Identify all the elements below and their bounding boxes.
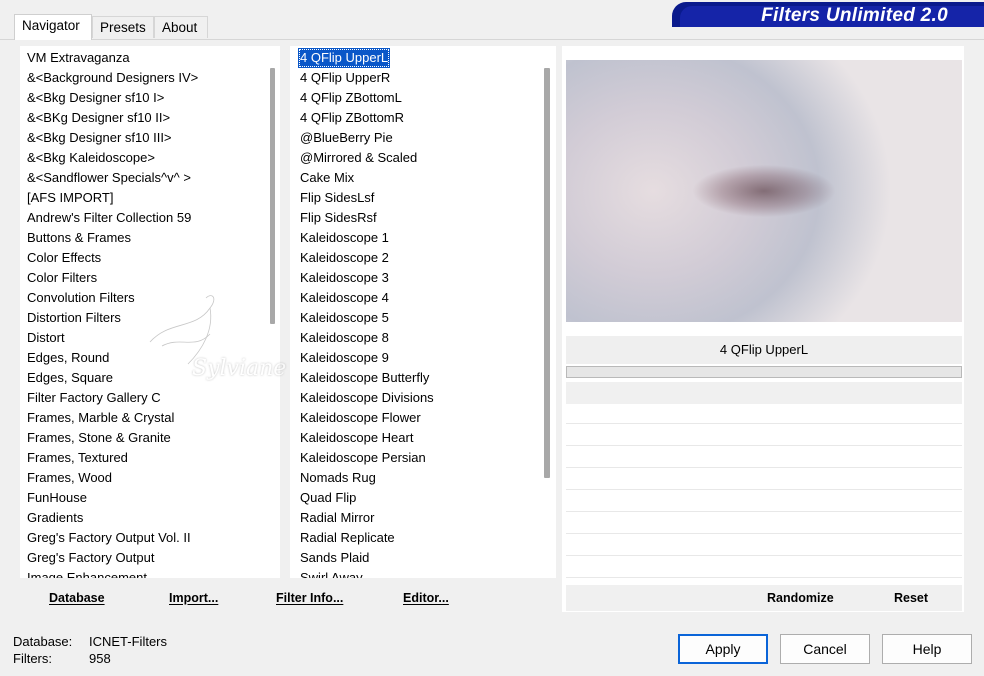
filter-items: 4 QFlip UpperL 4 QFlip UpperR 4 QFlip ZBot…: [298, 48, 530, 578]
tab-divider: [0, 39, 984, 40]
help-button[interactable]: Help: [882, 634, 972, 664]
filter-scrollbar[interactable]: [540, 46, 556, 578]
filter-item[interactable]: Cake Mix: [300, 168, 354, 188]
category-item[interactable]: Color Effects: [27, 248, 101, 268]
database-value: ICNET-Filters: [89, 634, 167, 649]
category-item[interactable]: Distort: [27, 328, 65, 348]
filter-item[interactable]: Kaleidoscope 9: [300, 348, 389, 368]
database-label: Database:: [13, 634, 73, 649]
category-item[interactable]: Image Enhancement: [27, 568, 147, 578]
reset-button[interactable]: Reset: [894, 585, 928, 611]
filter-item[interactable]: @BlueBerry Pie: [300, 128, 393, 148]
category-item[interactable]: &<Sandflower Specials^v^ >: [27, 168, 191, 188]
filter-item[interactable]: Kaleidoscope Persian: [300, 448, 426, 468]
watermark-text: Sylviane: [192, 356, 287, 381]
editor-button[interactable]: Editor...: [403, 585, 449, 611]
category-item[interactable]: Edges, Round: [27, 348, 109, 368]
import-button[interactable]: Import...: [169, 585, 218, 611]
parameter-row[interactable]: [566, 448, 962, 468]
filter-item[interactable]: Swirl Away: [300, 568, 363, 578]
parameter-row[interactable]: [566, 536, 962, 556]
filter-item[interactable]: Kaleidoscope 5: [300, 308, 389, 328]
category-item[interactable]: Gradients: [27, 508, 83, 528]
filter-item[interactable]: Nomads Rug: [300, 468, 376, 488]
filter-item[interactable]: Kaleidoscope 4: [300, 288, 389, 308]
filter-item[interactable]: Kaleidoscope 8: [300, 328, 389, 348]
database-button[interactable]: Database: [49, 585, 105, 611]
category-item[interactable]: Andrew's Filter Collection 59: [27, 208, 191, 228]
brand-banner: Filters Unlimited 2.0: [672, 2, 984, 27]
category-item[interactable]: Frames, Marble & Crystal: [27, 408, 174, 428]
category-item[interactable]: VM Extravaganza: [27, 48, 130, 68]
preview-image: [566, 60, 962, 322]
control-area-header: [566, 382, 962, 404]
filter-item[interactable]: Kaleidoscope Heart: [300, 428, 413, 448]
parameter-row[interactable]: [566, 404, 962, 424]
category-item[interactable]: &<Bkg Designer sf10 I>: [27, 88, 164, 108]
filter-item[interactable]: Kaleidoscope 1: [300, 228, 389, 248]
category-item[interactable]: Greg's Factory Output: [27, 548, 154, 568]
category-item[interactable]: &<BKg Designer sf10 II>: [27, 108, 170, 128]
tab-presets[interactable]: Presets: [92, 16, 154, 38]
category-item[interactable]: FunHouse: [27, 488, 87, 508]
filters-count-value: 958: [89, 651, 111, 666]
cancel-button[interactable]: Cancel: [780, 634, 870, 664]
filter-item[interactable]: Radial Mirror: [300, 508, 374, 528]
category-item[interactable]: Frames, Wood: [27, 468, 112, 488]
filter-item[interactable]: 4 QFlip UpperR: [300, 68, 390, 88]
category-item[interactable]: &<Background Designers IV>: [27, 68, 198, 88]
filter-item[interactable]: Radial Replicate: [300, 528, 395, 548]
parameter-row[interactable]: [566, 558, 962, 578]
tab-about[interactable]: About: [154, 16, 208, 38]
tab-label: Presets: [100, 20, 146, 35]
category-item[interactable]: Color Filters: [27, 268, 97, 288]
parameter-row[interactable]: [566, 426, 962, 446]
filter-list[interactable]: 4 QFlip UpperL 4 QFlip UpperR 4 QFlip ZBot…: [290, 46, 556, 578]
tab-label: About: [162, 20, 198, 35]
category-item[interactable]: Convolution Filters: [27, 288, 135, 308]
category-scroll-thumb[interactable]: [270, 68, 275, 324]
randomize-button[interactable]: Randomize: [767, 585, 834, 611]
filter-item[interactable]: Quad Flip: [300, 488, 356, 508]
filter-toolbar: Database Import... Filter Info... Editor…: [20, 585, 558, 611]
parameter-row[interactable]: [566, 492, 962, 512]
filters-count-label: Filters:: [13, 651, 52, 666]
parameter-row[interactable]: [566, 470, 962, 490]
watermark: Sylviane: [140, 290, 290, 400]
floral-flourish-icon: [149, 294, 215, 365]
filter-item[interactable]: 4 QFlip ZBottomR: [300, 108, 404, 128]
filter-item[interactable]: Kaleidoscope Divisions: [300, 388, 434, 408]
brand-title: Filters Unlimited 2.0: [761, 5, 948, 26]
tab-navigator[interactable]: Navigator: [14, 14, 92, 40]
filter-item[interactable]: Kaleidoscope Flower: [300, 408, 421, 428]
category-item[interactable]: Buttons & Frames: [27, 228, 131, 248]
category-item[interactable]: [AFS IMPORT]: [27, 188, 113, 208]
filter-item[interactable]: Kaleidoscope 2: [300, 248, 389, 268]
parameter-row[interactable]: [566, 514, 962, 534]
filter-item[interactable]: Sands Plaid: [300, 548, 369, 568]
filter-item[interactable]: Flip SidesLsf: [300, 188, 374, 208]
category-item[interactable]: Greg's Factory Output Vol. II: [27, 528, 191, 548]
category-item[interactable]: Frames, Textured: [27, 448, 128, 468]
filter-scroll-thumb[interactable]: [544, 68, 550, 478]
category-item[interactable]: &<Bkg Designer sf10 III>: [27, 128, 172, 148]
apply-button[interactable]: Apply: [678, 634, 768, 664]
filter-item[interactable]: Flip SidesRsf: [300, 208, 377, 228]
progress-bar: [566, 366, 962, 378]
category-item[interactable]: &<Bkg Kaleidoscope>: [27, 148, 155, 168]
filter-item[interactable]: @Mirrored & Scaled: [300, 148, 417, 168]
filter-item[interactable]: 4 QFlip ZBottomL: [300, 88, 402, 108]
category-item[interactable]: Edges, Square: [27, 368, 113, 388]
filter-item[interactable]: 4 QFlip UpperL: [298, 48, 391, 68]
current-filter-name: 4 QFlip UpperL: [566, 336, 962, 364]
category-item[interactable]: Frames, Stone & Granite: [27, 428, 171, 448]
preview-toolbar: Randomize Reset: [566, 585, 962, 611]
category-item[interactable]: Distortion Filters: [27, 308, 121, 328]
filter-item[interactable]: Kaleidoscope Butterfly: [300, 368, 429, 388]
filter-info-button[interactable]: Filter Info...: [276, 585, 343, 611]
tab-label: Navigator: [22, 18, 80, 33]
filter-item[interactable]: Kaleidoscope 3: [300, 268, 389, 288]
